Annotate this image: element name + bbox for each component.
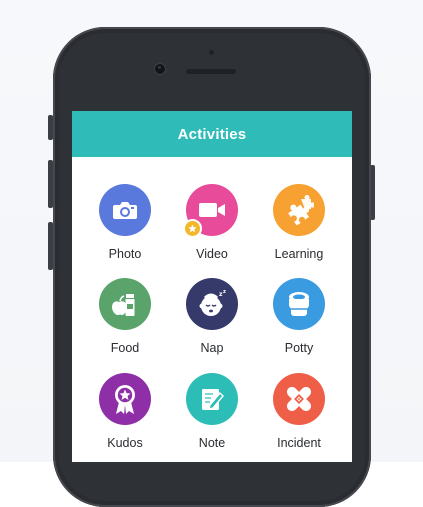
- activity-label: Note: [198, 436, 226, 450]
- camera-icon: [113, 202, 137, 219]
- earpiece-speaker: [186, 69, 236, 74]
- note-pencil-icon: [202, 389, 224, 410]
- activity-note-circle: [186, 373, 238, 425]
- activity-label: Incident: [277, 436, 321, 450]
- potty-icon: [289, 292, 309, 316]
- activity-food-circle: [99, 278, 151, 330]
- bandage-icon: [286, 386, 312, 412]
- activity-kudos-circle: [99, 373, 151, 425]
- activity-video-circle: [183, 184, 238, 238]
- app-screen: Activities Photo Video Learning Food z z…: [72, 111, 352, 462]
- activity-label: Food: [110, 341, 140, 355]
- star-icon: [183, 219, 202, 238]
- activity-incident[interactable]: Incident: [254, 373, 344, 450]
- sleeping-baby-icon: z z: [199, 289, 226, 316]
- activity-video[interactable]: Video: [167, 184, 257, 261]
- activity-label: Learning: [274, 247, 324, 261]
- apple-milk-icon: [112, 294, 135, 316]
- activity-label: Kudos: [107, 436, 143, 450]
- activity-note[interactable]: Note: [167, 373, 257, 450]
- activity-label: Photo: [108, 247, 142, 261]
- award-ribbon-icon: [115, 385, 135, 414]
- front-camera-icon: [155, 64, 165, 74]
- activity-potty-circle: [273, 278, 325, 330]
- activity-food[interactable]: Food: [80, 278, 170, 355]
- svg-text:z: z: [223, 289, 226, 295]
- puzzle-piece-icon: [288, 195, 314, 225]
- activity-nap-circle: z z: [186, 278, 238, 330]
- activity-label: Nap: [200, 341, 224, 355]
- activity-photo-circle: [99, 184, 151, 236]
- activity-learning[interactable]: Learning: [254, 184, 344, 261]
- activity-label: Video: [196, 247, 228, 261]
- activities-header: Activities: [72, 111, 352, 157]
- page-title: Activities: [177, 125, 247, 143]
- activity-incident-circle: [273, 373, 325, 425]
- activity-learning-circle: [273, 184, 325, 236]
- activity-kudos[interactable]: Kudos: [80, 373, 170, 450]
- activity-nap[interactable]: z z Nap: [167, 278, 257, 355]
- proximity-sensor: [209, 50, 214, 55]
- activity-label: Potty: [284, 341, 314, 355]
- video-camera-icon: [199, 203, 225, 217]
- activity-potty[interactable]: Potty: [254, 278, 344, 355]
- activity-photo[interactable]: Photo: [80, 184, 170, 261]
